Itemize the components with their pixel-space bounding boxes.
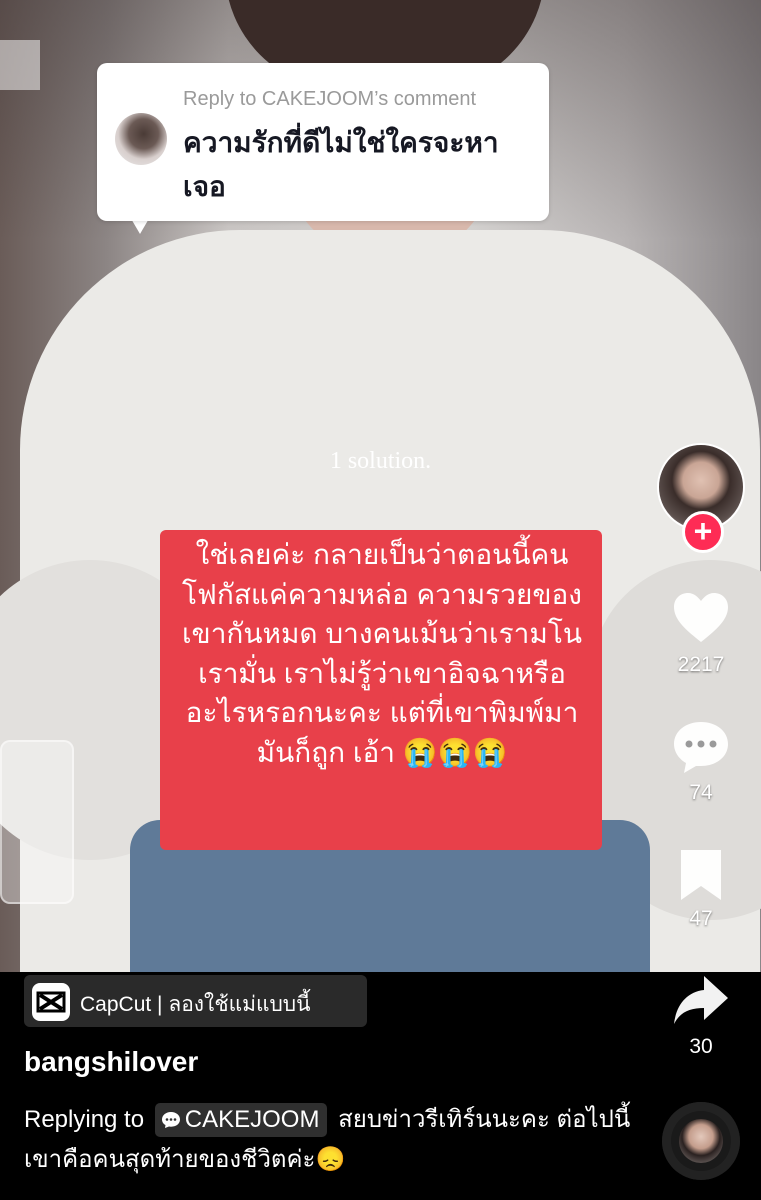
red-box-text: ใช่เลยค่ะ กลายเป็นว่าตอนนี้คนโฟกัสแค่ควา… [181,539,583,768]
replied-user-name: CAKEJOOM [184,1106,320,1133]
music-disc-icon[interactable] [662,1102,740,1180]
reply-comment-text: ความรักที่ดีไม่ใช่ใครจะหาเจอ [183,127,499,202]
creator-username[interactable]: bangshilover [24,1046,198,1078]
comment-bubble-icon [161,1112,180,1128]
heart-icon[interactable] [672,590,730,648]
tiktok-video-screen: Reply to CAKEJOOM’s comment ความรักที่ดี… [0,0,761,1200]
save-count: 47 [689,907,713,930]
reply-comment-sticker[interactable]: Reply to CAKEJOOM’s comment ความรักที่ดี… [97,63,549,221]
solution-caption: 1 solution. [329,448,432,474]
replying-to-label: Replying to [24,1106,145,1133]
replied-user-tag[interactable]: CAKEJOOM [154,1103,328,1137]
share-icon[interactable] [672,972,730,1030]
comment-count: 74 [689,781,713,804]
capcut-template-link[interactable]: CapCut | ลองใช้แม่แบบนี้ [24,975,367,1027]
commenter-avatar [115,113,167,165]
capcut-label: CapCut | ลองใช้แม่แบบนี้ [80,993,311,1016]
bookmark-icon[interactable] [672,846,730,904]
post-caption: Replying to CAKEJOOM สยบข่าวรีเทิร์นนะคะ… [24,1100,644,1180]
music-disc-avatar [679,1119,723,1163]
capcut-icon [32,983,70,1021]
comment-icon[interactable] [672,718,730,776]
video-ceiling-light [0,40,40,90]
follow-plus-icon[interactable]: + [682,511,724,553]
video-glass [0,740,74,904]
share-count: 30 [689,1035,713,1058]
reply-header: Reply to CAKEJOOM’s comment [183,88,477,110]
like-count: 2217 [677,653,725,676]
